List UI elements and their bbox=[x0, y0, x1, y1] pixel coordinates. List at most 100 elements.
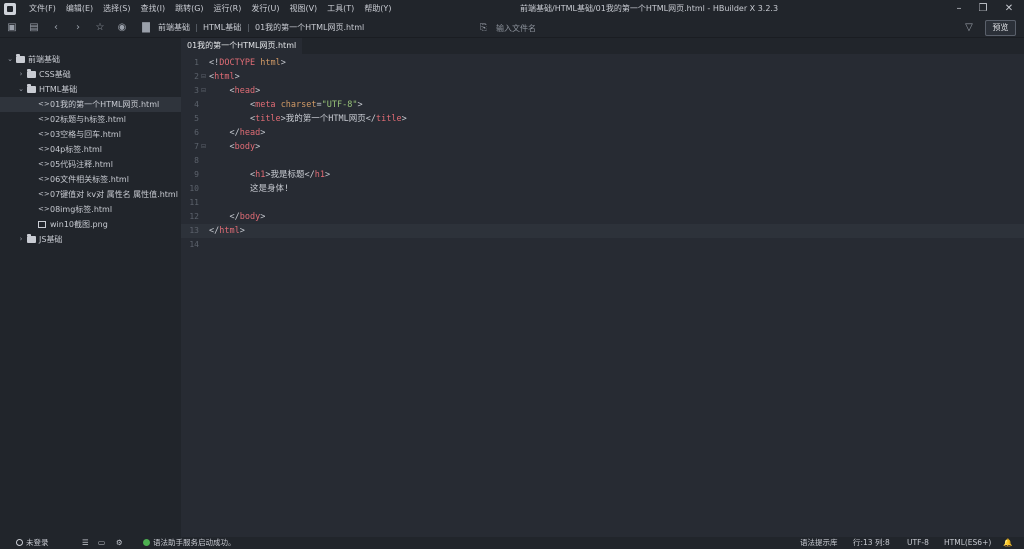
code-line[interactable]: </body> bbox=[209, 210, 265, 224]
code-token: > bbox=[260, 128, 266, 138]
code-editor[interactable]: 1 <!DOCTYPE html> 2 ⊟ <html> 3 ⊟ <head> 4 <meta… bbox=[181, 54, 1024, 537]
menu-item[interactable]: 视图(V) bbox=[284, 0, 322, 18]
tree-item-label: 03空格与回车.html bbox=[50, 130, 121, 139]
breadcrumb-item-file[interactable]: 01我的第一个HTML网页.html bbox=[255, 18, 364, 38]
tree-file[interactable]: <> 02标题与h标签.html bbox=[0, 112, 181, 127]
breadcrumb-item-folder[interactable]: HTML基础 bbox=[203, 18, 241, 38]
back-icon[interactable]: ‹ bbox=[49, 21, 63, 35]
forward-icon[interactable]: › bbox=[71, 21, 85, 35]
code-token: </ bbox=[209, 226, 220, 236]
menu-item[interactable]: 选择(S) bbox=[98, 0, 135, 18]
tree-file[interactable]: <> 03空格与回车.html bbox=[0, 127, 181, 142]
menu-item[interactable]: 运行(R) bbox=[209, 0, 247, 18]
user-icon bbox=[16, 539, 23, 546]
tree-folder[interactable]: ⌄ 前端基础 bbox=[0, 52, 181, 67]
login-status[interactable]: 未登录 bbox=[16, 537, 49, 549]
bell-icon[interactable]: 🔔 bbox=[1003, 537, 1012, 549]
star-icon[interactable]: ☆ bbox=[93, 21, 107, 35]
folder-icon bbox=[16, 54, 25, 63]
code-line[interactable]: </head> bbox=[209, 126, 265, 140]
menu-item[interactable]: 工具(T) bbox=[322, 0, 359, 18]
menu-bar: 文件(F) 编辑(E) 选择(S) 查找(I) 跳转(G) 运行(R) 发行(U) 视图(V)… bbox=[24, 0, 396, 18]
breadcrumb-item-root[interactable]: 前端基础 bbox=[158, 18, 190, 38]
menu-item[interactable]: 帮助(Y) bbox=[359, 0, 396, 18]
menu-item[interactable]: 编辑(E) bbox=[61, 0, 98, 18]
syntax-tip-button[interactable]: 语法提示库 bbox=[800, 537, 838, 549]
breadcrumb-separator: | bbox=[195, 23, 198, 32]
code-token: head bbox=[239, 128, 261, 138]
fold-toggle-icon[interactable]: ⊟ bbox=[201, 70, 206, 84]
tree-file[interactable]: <> 07键值对 kv对 属性名 属性值.html bbox=[0, 187, 181, 202]
tree-folder[interactable]: › CSS基础 bbox=[0, 67, 181, 82]
code-line[interactable]: <title>我的第一个HTML网页</title> bbox=[209, 112, 407, 126]
toolbar: ▣ ▤ ‹ › ☆ ◉ ▇ 前端基础 | HTML基础 | 01我的第一个HTM… bbox=[0, 18, 1024, 38]
success-icon bbox=[143, 539, 150, 546]
tree-file[interactable]: <> 05代码注释.html bbox=[0, 157, 181, 172]
tree-item-label: 08img标签.html bbox=[50, 205, 113, 214]
line-number: 6 bbox=[194, 128, 199, 137]
tree-file[interactable]: win10截图.png bbox=[0, 217, 181, 232]
title-bar: 文件(F) 编辑(E) 选择(S) 查找(I) 跳转(G) 运行(R) 发行(U) 视图(V)… bbox=[0, 0, 1024, 18]
menu-item[interactable]: 查找(I) bbox=[135, 0, 170, 18]
code-file-icon: <> bbox=[38, 175, 50, 183]
chevron-down-icon[interactable]: ⌄ bbox=[17, 82, 25, 97]
menu-item[interactable]: 文件(F) bbox=[24, 0, 61, 18]
tree-folder[interactable]: › JS基础 bbox=[0, 232, 181, 247]
cursor-position[interactable]: 行:13 列:8 bbox=[853, 537, 890, 549]
breadcrumb-separator: | bbox=[247, 23, 250, 32]
console-icon[interactable]: ▭ bbox=[98, 537, 105, 549]
code-line[interactable]: <meta charset="UTF-8"> bbox=[209, 98, 363, 112]
code-token: > bbox=[401, 114, 407, 124]
filter-icon[interactable]: ▽ bbox=[962, 21, 976, 35]
tree-item-label: 07键值对 kv对 属性名 属性值.html bbox=[50, 190, 178, 199]
fold-toggle-icon[interactable]: ⊟ bbox=[201, 84, 206, 98]
code-token: h1 bbox=[255, 170, 266, 180]
menu-item[interactable]: 跳转(G) bbox=[170, 0, 208, 18]
close-button[interactable]: ✕ bbox=[996, 0, 1022, 18]
code-file-icon: <> bbox=[38, 145, 50, 153]
code-token: html bbox=[219, 226, 240, 236]
tab-active-file[interactable]: 01我的第一个HTML网页.html bbox=[181, 38, 303, 54]
chevron-right-icon[interactable]: › bbox=[17, 232, 25, 247]
code-line[interactable]: <body> bbox=[209, 140, 260, 154]
run-icon[interactable]: ◉ bbox=[115, 21, 129, 35]
tree-item-label: 前端基础 bbox=[28, 55, 60, 64]
maximize-button[interactable]: ❐ bbox=[970, 0, 996, 18]
code-token: > bbox=[234, 72, 240, 82]
code-token: </ bbox=[229, 212, 240, 222]
menu-item[interactable]: 发行(U) bbox=[246, 0, 284, 18]
code-line[interactable]: <html> bbox=[209, 70, 240, 84]
new-file-icon[interactable]: ▣ bbox=[5, 21, 19, 35]
code-line[interactable]: </html> bbox=[209, 224, 245, 238]
code-line[interactable]: <!DOCTYPE html> bbox=[209, 56, 286, 70]
tree-file[interactable]: <> 01我的第一个HTML网页.html bbox=[0, 97, 181, 112]
code-line[interactable]: 这是身体! bbox=[209, 182, 289, 196]
folder-icon bbox=[27, 69, 36, 78]
chevron-right-icon[interactable]: › bbox=[17, 67, 25, 82]
code-line[interactable]: <head> bbox=[209, 84, 260, 98]
language-mode-selector[interactable]: HTML(ES6+) bbox=[944, 537, 991, 549]
minimize-button[interactable]: – bbox=[946, 0, 972, 18]
save-icon[interactable]: ▤ bbox=[27, 21, 41, 35]
settings-icon[interactable]: ⚙ bbox=[116, 537, 123, 549]
tree-file[interactable]: <> 04p标签.html bbox=[0, 142, 181, 157]
tree-file[interactable]: <> 08img标签.html bbox=[0, 202, 181, 217]
file-search-input[interactable] bbox=[496, 21, 726, 35]
fold-toggle-icon[interactable]: ⊟ bbox=[201, 140, 206, 154]
preview-button[interactable]: 预览 bbox=[985, 20, 1016, 36]
tree-item-label: HTML基础 bbox=[39, 85, 78, 94]
list-icon[interactable]: ☰ bbox=[82, 537, 89, 549]
chevron-down-icon[interactable]: ⌄ bbox=[6, 52, 14, 67]
tree-item-label: 01我的第一个HTML网页.html bbox=[50, 100, 160, 109]
current-line-highlight bbox=[181, 224, 1024, 238]
tree-folder[interactable]: ⌄ HTML基础 bbox=[0, 82, 181, 97]
encoding-selector[interactable]: UTF-8 bbox=[907, 537, 929, 549]
tree-file[interactable]: <> 06文件相关标签.html bbox=[0, 172, 181, 187]
code-line[interactable]: <h1>我是标题</h1> bbox=[209, 168, 330, 182]
